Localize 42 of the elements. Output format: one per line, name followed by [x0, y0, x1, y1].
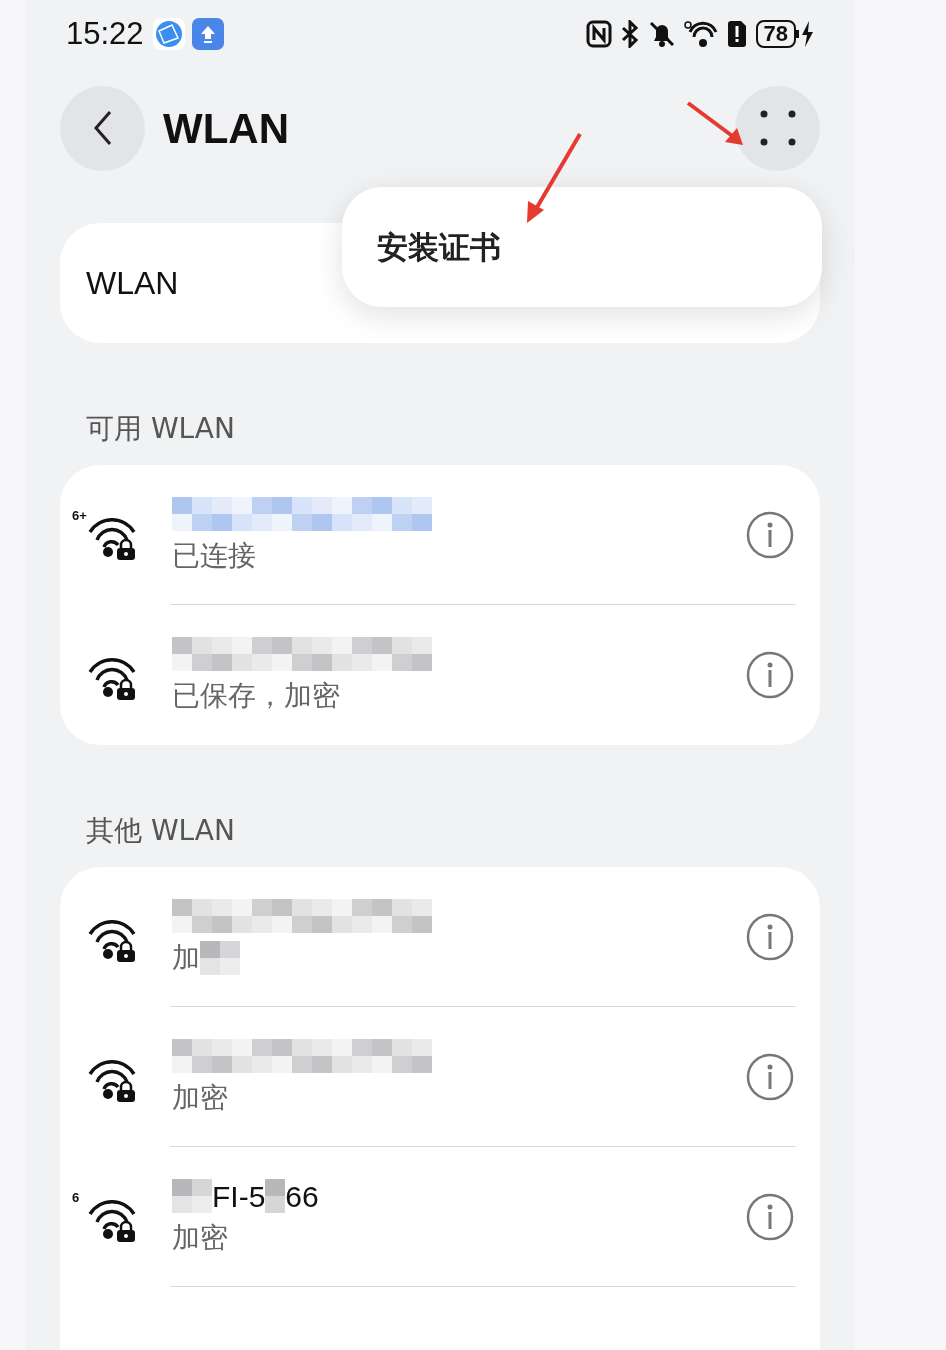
info-icon [746, 913, 794, 961]
section-heading: 可用 WLAN [86, 411, 236, 447]
upload-app-icon [191, 18, 224, 50]
wlan-toggle-label: WLAN [86, 264, 179, 303]
info-icon [746, 1053, 794, 1101]
network-status: 已连接 [172, 538, 256, 574]
network-info-button[interactable] [746, 511, 794, 559]
nfc-icon [585, 20, 612, 48]
network-status: 加密 [172, 1080, 228, 1116]
wifi-lock-icon [86, 920, 138, 962]
pixelated-text [172, 1179, 212, 1213]
network-name: FI-5 [212, 1178, 266, 1215]
pixelated-text [265, 1179, 286, 1213]
bluetooth-icon [619, 20, 640, 48]
wifi-lock-icon [86, 518, 138, 560]
network-info-button[interactable] [746, 1053, 794, 1101]
wifi-lock-icon [86, 658, 138, 700]
wifi-lock-icon [86, 1200, 138, 1242]
network-status: 加 [172, 940, 200, 976]
clock-time: 15:22 [66, 14, 144, 53]
network-info-button[interactable] [746, 1193, 794, 1241]
info-icon [746, 511, 794, 559]
network-name: 66 [285, 1178, 319, 1215]
info-icon [746, 1193, 794, 1241]
muted-bell-icon [647, 20, 676, 48]
battery-level: 78 [755, 20, 796, 48]
network-status: 加密 [172, 1220, 228, 1256]
wifi-lock-icon [86, 1060, 138, 1102]
menu-item[interactable]: 安装证书 [377, 223, 501, 271]
wifi-band-label: 6+ [72, 509, 87, 522]
back-icon [92, 110, 113, 146]
sim-alert-icon [725, 20, 748, 48]
wifi-band-label: 6 [72, 1191, 80, 1204]
info-icon [746, 651, 794, 699]
network-status: 已保存，加密 [172, 678, 340, 714]
page-title: WLAN [163, 103, 289, 154]
wifi-signal-icon [683, 20, 718, 48]
globe-app-icon [151, 17, 186, 51]
network-info-button[interactable] [746, 913, 794, 961]
section-heading: 其他 WLAN [86, 813, 236, 849]
network-info-button[interactable] [746, 651, 794, 699]
more-icon [759, 110, 796, 146]
